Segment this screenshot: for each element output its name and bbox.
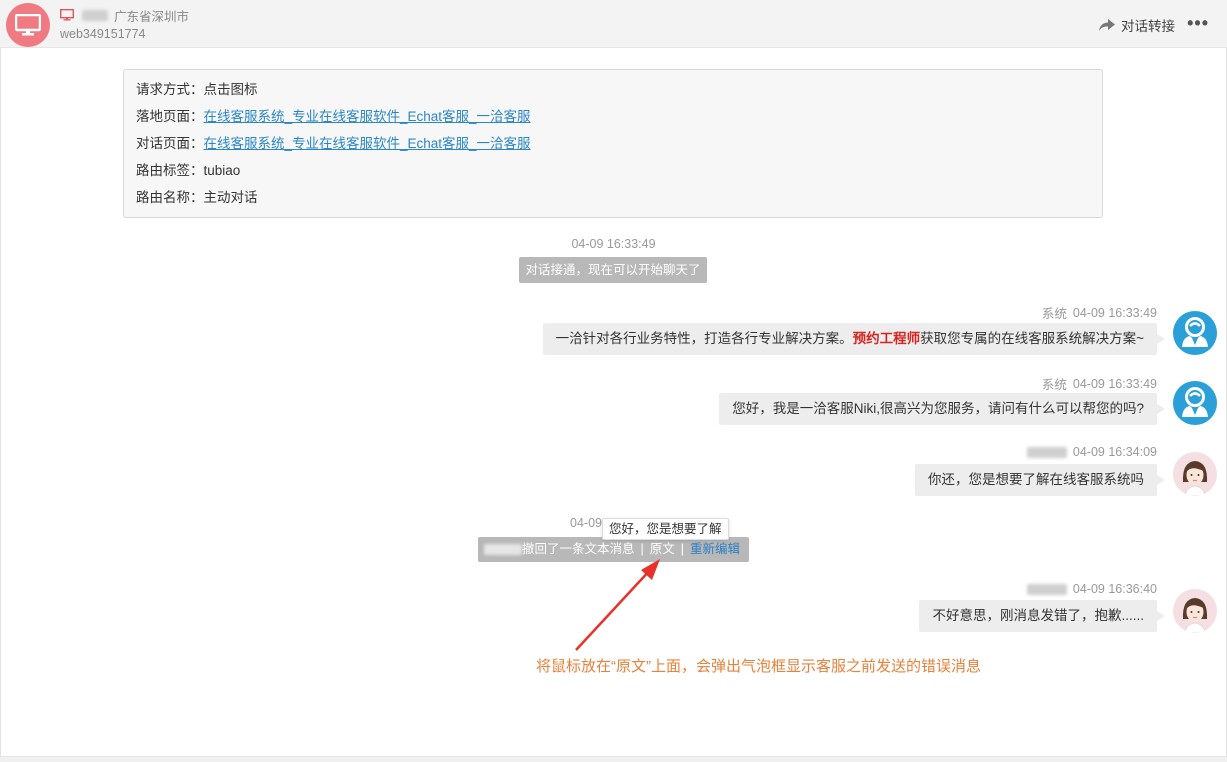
info-row-landing-page: 落地页面：在线客服系统_专业在线客服软件_Echat客服_一洽客服 bbox=[136, 109, 531, 124]
book-engineer-link[interactable]: 预约工程师 bbox=[853, 331, 921, 346]
transfer-label: 对话转接 bbox=[1121, 19, 1175, 34]
session-start-time: 04-09 16:33:49 bbox=[571, 237, 656, 251]
visitor-name-redacted bbox=[1026, 446, 1067, 458]
message-meta: 系统 04-09 16:33:49 bbox=[1041, 305, 1157, 322]
reedit-link[interactable]: 重新编辑 bbox=[690, 542, 740, 556]
session-info-card: 请求方式：点击图标 落地页面：在线客服系统_专业在线客服软件_Echat客服_一… bbox=[123, 69, 1103, 218]
message-meta: 04-09 16:36:40 bbox=[1026, 582, 1157, 596]
agent-avatar bbox=[1173, 381, 1217, 425]
visitor-name-redacted bbox=[1026, 583, 1067, 595]
device-monitor-icon bbox=[60, 9, 74, 21]
message-meta: 系统 04-09 16:33:49 bbox=[1041, 376, 1157, 393]
agent-avatar bbox=[1173, 311, 1217, 355]
monitor-icon bbox=[15, 14, 41, 36]
info-row-request-method: 请求方式：点击图标 bbox=[136, 82, 258, 97]
visitor-id: web349151774 bbox=[60, 27, 146, 41]
chat-page-link[interactable]: 在线客服系统_专业在线客服软件_Echat客服_一洽客服 bbox=[204, 136, 531, 151]
visitor-location: 广东省深圳市 bbox=[114, 9, 190, 24]
info-row-route-tag: 路由标签：tubiao bbox=[136, 163, 241, 178]
more-options-icon[interactable]: ••• bbox=[1187, 14, 1209, 32]
visitor-pc-avatar bbox=[6, 3, 50, 47]
forward-arrow-icon bbox=[1099, 19, 1115, 31]
info-row-route-name: 路由名称：主动对话 bbox=[136, 190, 258, 205]
message-bubble: 一洽针对各行业务特性，打造各行专业解决方案。预约工程师获取您专属的在线客服系统解… bbox=[542, 323, 1166, 355]
message-bubble: 您好，我是一洽客服Niki,很高兴为您服务，请问有什么可以帮您的吗? bbox=[719, 393, 1165, 425]
message-meta: 04-09 16:34:09 bbox=[1026, 445, 1157, 459]
chat-header: 广东省深圳市 web349151774 对话转接 ••• bbox=[0, 0, 1227, 48]
session-start-notice: 对话接通，现在可以开始聊天了 bbox=[519, 257, 707, 283]
recalled-message-notice: 撤回了一条文本消息 | 原文 | 重新编辑 bbox=[478, 537, 749, 562]
info-row-chat-page: 对话页面：在线客服系统_专业在线客服软件_Echat客服_一洽客服 bbox=[136, 136, 531, 151]
visitor-name-redacted bbox=[82, 9, 108, 21]
visitor-avatar bbox=[1173, 589, 1217, 633]
message-bubble: 你还，您是想要了解在线客服系统吗 bbox=[915, 464, 1165, 496]
visitor-avatar bbox=[1173, 452, 1217, 496]
bottom-edge bbox=[0, 756, 1227, 762]
landing-page-link[interactable]: 在线客服系统_专业在线客服软件_Echat客服_一洽客服 bbox=[204, 109, 531, 124]
message-bubble: 不好意思，刚消息发错了，抱歉...... bbox=[919, 600, 1165, 632]
annotation-note: 将鼠标放在“原文”上面，会弹出气泡框显示客服之前发送的错误消息 bbox=[536, 658, 981, 675]
original-text-link[interactable]: 原文 bbox=[650, 542, 675, 556]
original-text-tooltip: 您好，您是想要了解 bbox=[602, 518, 729, 540]
recall-time: 04-09 bbox=[570, 516, 602, 530]
transfer-button[interactable]: 对话转接 bbox=[1098, 15, 1175, 35]
visitor-info: 广东省深圳市 web349151774 bbox=[60, 6, 189, 41]
agent-name-redacted bbox=[484, 544, 522, 556]
